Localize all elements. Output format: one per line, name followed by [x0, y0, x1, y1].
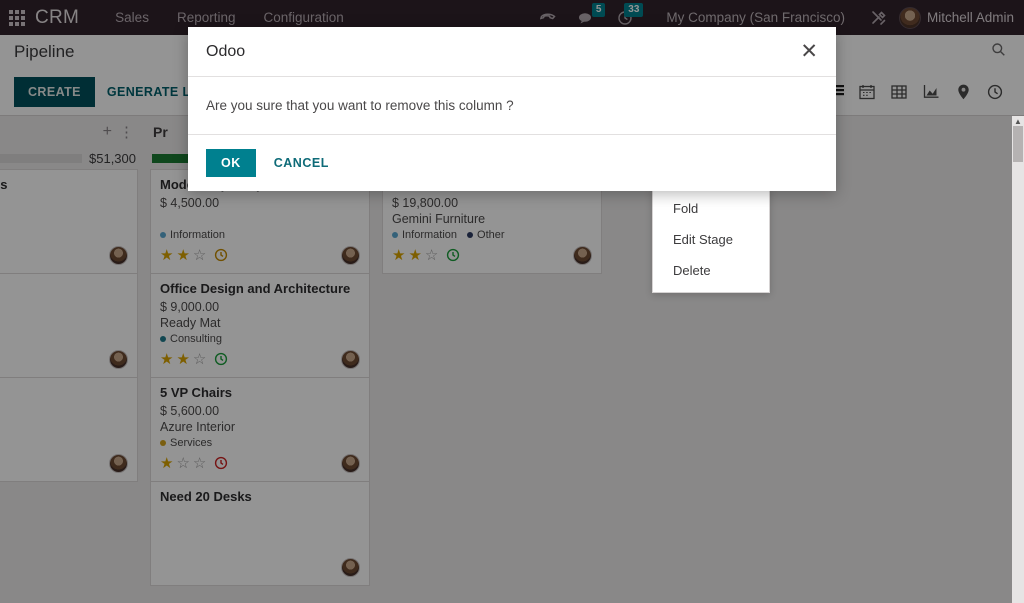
ok-button[interactable]: OK: [206, 149, 256, 177]
dialog-footer: OK Cancel: [188, 135, 836, 191]
close-icon[interactable]: ✕: [800, 41, 818, 62]
scrollbar-thumb[interactable]: [1013, 126, 1023, 162]
dialog-header: Odoo ✕: [188, 27, 836, 77]
confirmation-dialog: Odoo ✕ Are you sure that you want to rem…: [188, 27, 836, 191]
column-settings-dropdown: Fold Edit Stage Delete: [652, 186, 770, 293]
cancel-button[interactable]: Cancel: [262, 149, 341, 177]
dropdown-delete[interactable]: Delete: [653, 255, 769, 286]
dropdown-edit-stage[interactable]: Edit Stage: [653, 224, 769, 255]
dialog-message: Are you sure that you want to remove thi…: [188, 77, 836, 135]
dialog-title: Odoo: [206, 42, 246, 60]
vertical-scrollbar[interactable]: ▲: [1012, 116, 1024, 603]
dropdown-fold[interactable]: Fold: [653, 193, 769, 224]
